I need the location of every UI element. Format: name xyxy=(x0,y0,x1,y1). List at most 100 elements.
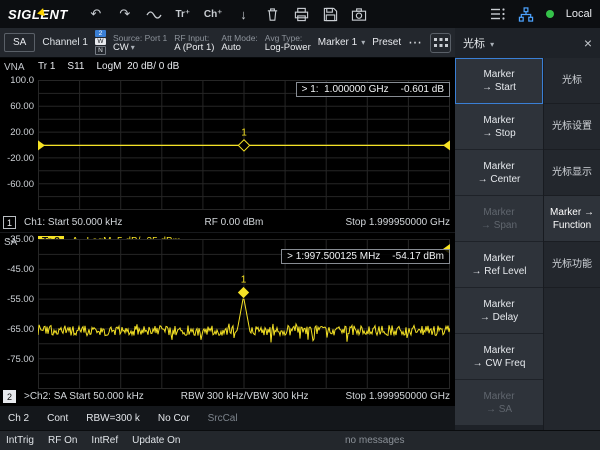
marker-amplitude: -54.17 dBm xyxy=(392,251,444,262)
message-area: no messages xyxy=(345,435,404,446)
menubar: SA Channel 1 2 W N Source: Port 1 CW▾ RF… xyxy=(0,28,455,58)
export-icon[interactable]: ↓ xyxy=(235,6,251,22)
svg-text:1: 1 xyxy=(241,275,247,286)
source-port-dropdown[interactable]: Source: Port 1 CW▾ xyxy=(113,33,167,53)
trash-icon[interactable] xyxy=(264,6,280,22)
menu-icon[interactable] xyxy=(490,6,506,22)
sa-y-tick: -55.00 xyxy=(0,294,34,305)
rbw-setting: RBW=300 k xyxy=(86,413,140,424)
channel-status-row: Ch 2 Cont RBW=300 k No Cor SrcCal xyxy=(0,406,455,430)
att-mode-dropdown[interactable]: Att Mode: Auto xyxy=(221,33,257,53)
printer-icon[interactable] xyxy=(293,6,309,22)
channel-badge: N xyxy=(95,46,106,55)
camera-icon[interactable] xyxy=(351,6,367,22)
sa-mode-button[interactable]: SA xyxy=(4,33,35,52)
sa-stop-freq: Stop 1.999950000 GHz xyxy=(345,391,450,402)
redo-icon[interactable]: ↷ xyxy=(117,6,133,22)
sa-y-tick: -75.00 xyxy=(0,354,34,365)
marker-to-sa-button: Marker → SA xyxy=(455,380,543,426)
att-mode-value: Auto xyxy=(221,43,257,53)
marker-to-span-button: Marker → Span xyxy=(455,196,543,242)
tab-marker-setup[interactable]: 光标设置 xyxy=(544,104,600,150)
marker-frequency: 997.500125 MHz xyxy=(304,251,380,262)
channel-tab[interactable]: Ch 2 xyxy=(8,413,29,424)
vna-y-tick: 20.00 xyxy=(0,127,34,138)
titlebar: SIGLENT ↶ ↷ Tr⁺ Ch⁺ ↓ Local xyxy=(0,0,600,28)
chevron-down-icon: ▾ xyxy=(490,40,494,49)
source-value: CW▾ xyxy=(113,43,167,53)
srccal-status: SrcCal xyxy=(208,413,238,424)
marker-frequency: 1.000000 GHz xyxy=(324,84,389,95)
sidebar-header: 光标 ▾ × xyxy=(455,28,600,58)
online-status-dot-icon xyxy=(546,10,554,18)
tab-marker-functions[interactable]: 光标功能 xyxy=(544,242,600,288)
marker-to-cw-freq-button[interactable]: Marker → CW Freq xyxy=(455,334,543,380)
tab-marker-function[interactable]: Marker → Function xyxy=(544,196,600,242)
sa-y-tick: -65.00 xyxy=(0,324,34,335)
vna-y-tick: -20.00 xyxy=(0,153,34,164)
vna-footer: 1 Ch1: Start 50.000 kHz RF 0.00 dBm Stop… xyxy=(3,216,450,229)
vna-panel-tag: VNA xyxy=(4,62,25,73)
vna-rf-power: RF 0.00 dBm xyxy=(204,217,263,228)
marker-to-center-button[interactable]: Marker → Center xyxy=(455,150,543,196)
sa-y-tick: -35.00 xyxy=(0,234,34,245)
sidebar-body: Marker → Start Marker → Stop Marker → Ce… xyxy=(455,58,600,430)
add-channel-icon[interactable]: Ch⁺ xyxy=(204,6,223,22)
more-button[interactable]: ⋯ xyxy=(408,34,423,51)
marker-number: > 1: xyxy=(302,84,319,95)
sa-footer: 2 >Ch2: SA Start 50.000 kHz RBW 300 kHz/… xyxy=(3,390,450,403)
sa-y-tick: -45.00 xyxy=(0,264,34,275)
correction-status: No Cor xyxy=(158,413,190,424)
channel-selector[interactable]: Channel 1 xyxy=(42,37,88,48)
marker-to-actions: Marker → Start Marker → Stop Marker → Ce… xyxy=(455,58,543,430)
marker-to-delay-button[interactable]: Marker → Delay xyxy=(455,288,543,334)
channel-state-badges: 2 W N xyxy=(95,30,106,55)
channel-badge: W xyxy=(95,38,106,45)
siglent-logo: SIGLENT xyxy=(8,7,68,22)
rf-input-dropdown[interactable]: RF Input: A (Port 1) xyxy=(174,33,214,53)
vna-channel-badge: 1 xyxy=(3,216,16,229)
vna-marker-readout: > 1: 1.000000 GHz -0.601 dB xyxy=(296,82,450,97)
preset-button[interactable]: Preset xyxy=(372,37,401,48)
undo-icon[interactable]: ↶ xyxy=(88,6,104,22)
add-trace-icon[interactable]: Tr⁺ xyxy=(175,6,191,22)
avg-type-dropdown[interactable]: Avg Type: Log-Power xyxy=(265,33,311,53)
vna-stop-freq: Stop 1.999950000 GHz xyxy=(345,217,450,228)
touch-icon[interactable] xyxy=(146,6,162,22)
vna-meas-param: S11 xyxy=(67,61,84,72)
sa-panel: SA Tr 2 A LogM 5 dB/ -35 dBm -35.00 -45.… xyxy=(0,232,455,406)
marker-select-dropdown[interactable]: Marker 1▾ xyxy=(318,37,365,48)
sweep-mode: Cont xyxy=(47,413,68,424)
trigger-status: IntTrig xyxy=(6,435,34,446)
marker-to-stop-button[interactable]: Marker → Stop xyxy=(455,104,543,150)
vna-y-tick: -60.00 xyxy=(0,179,34,190)
statusbar: IntTrig RF On IntRef Update On no messag… xyxy=(0,430,600,450)
marker-to-start-button[interactable]: Marker → Start xyxy=(455,58,543,104)
rf-input-label: RF Input: xyxy=(174,33,214,43)
marker-menu-sidebar: 光标 ▾ × Marker → Start Marker → Stop Mark… xyxy=(455,28,600,430)
avg-type-value: Log-Power xyxy=(265,43,311,53)
marker-amplitude: -0.601 dB xyxy=(401,84,444,95)
vna-format: LogM 20 dB/ 0 dB xyxy=(96,61,179,72)
tab-marker[interactable]: 光标 xyxy=(544,58,600,104)
tab-marker-display[interactable]: 光标显示 xyxy=(544,150,600,196)
vna-trace-header[interactable]: Tr 1 S11 LogM 20 dB/ 0 dB xyxy=(38,61,179,72)
vna-start-freq: Ch1: Start 50.000 kHz xyxy=(24,217,122,228)
sa-start-freq: >Ch2: SA Start 50.000 kHz xyxy=(24,391,144,402)
marker-menu-tabs: 光标 光标设置 光标显示 Marker → Function 光标功能 xyxy=(543,58,600,430)
save-icon[interactable] xyxy=(322,6,338,22)
keypad-icon[interactable] xyxy=(430,33,451,53)
sa-marker-readout: > 1:997.500125 MHz -54.17 dBm xyxy=(281,249,450,264)
toolbar-icons: ↶ ↷ Tr⁺ Ch⁺ ↓ xyxy=(88,6,368,22)
avg-type-label: Avg Type: xyxy=(265,33,311,43)
reference-status: IntRef xyxy=(91,435,118,446)
lan-icon[interactable] xyxy=(518,6,534,22)
close-icon[interactable]: × xyxy=(584,35,592,51)
sa-channel-badge: 2 xyxy=(3,390,16,403)
sidebar-title-dropdown[interactable]: 光标 ▾ xyxy=(463,35,494,51)
marker-to-ref-level-button[interactable]: Marker → Ref Level xyxy=(455,242,543,288)
vna-trace-name: Tr 1 xyxy=(38,61,55,72)
vna-panel: VNA Tr 1 S11 LogM 20 dB/ 0 dB 100.0 60.0… xyxy=(0,58,455,232)
vna-plot[interactable]: 1 xyxy=(38,80,450,210)
local-remote-button[interactable]: Local xyxy=(566,8,592,20)
